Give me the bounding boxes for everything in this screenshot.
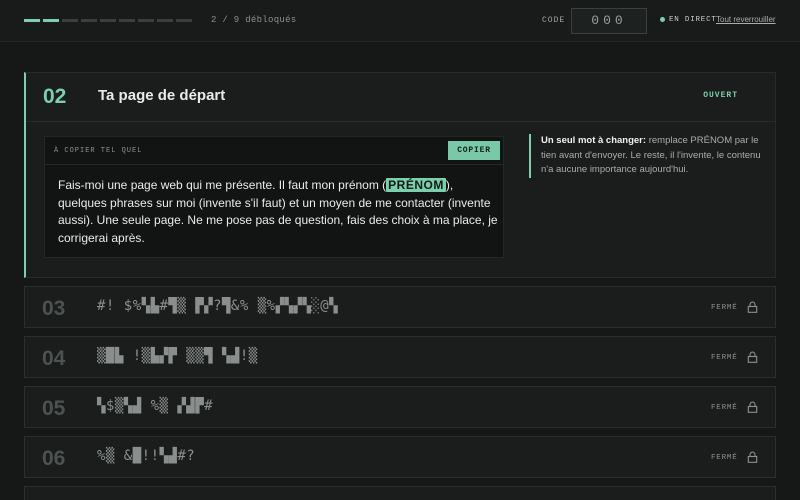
progress-segment	[43, 19, 59, 22]
top-bar: 2 / 9 débloqués CODE 000 EN DIRECT Tout …	[0, 0, 800, 42]
scrambled-title: #! $%▚▙#▜▒ ▛▞?▜&% ▒%▞▚▞▚░@▚	[97, 298, 339, 314]
progress-segment	[157, 19, 173, 22]
progress-segment	[81, 19, 97, 22]
section-number: 03	[42, 297, 66, 320]
progress-segment	[24, 19, 40, 22]
code-label: CODE	[542, 16, 566, 25]
hint-note: Un seul mot à changer: remplace PRÉNOM p…	[529, 134, 767, 178]
status-badge: OUVERT	[703, 91, 738, 100]
section-07-partial	[24, 486, 776, 500]
code-input[interactable]: 000	[571, 8, 647, 34]
hint-bold: Un seul mot à changer:	[541, 135, 647, 146]
scrambled-title: ▒█▙ !▒▙▞▛ ▒▒▜ ▚▟!▒	[97, 348, 258, 364]
prompt-text: Fais-moi une page web qui me présente. I…	[58, 177, 498, 247]
progress-bar	[24, 19, 192, 22]
progress-segment	[119, 19, 135, 22]
section-number: 04	[42, 347, 66, 370]
live-indicator-icon	[660, 17, 665, 22]
copy-label: À COPIER TEL QUEL	[54, 147, 143, 155]
progress-segment	[138, 19, 154, 22]
section-04[interactable]: 04 ▒█▙ !▒▙▞▛ ▒▒▜ ▚▟!▒ FERMÉ	[24, 336, 776, 378]
section-number: 06	[42, 447, 66, 470]
status-badge: FERMÉ	[711, 304, 738, 312]
scrambled-title: %▒ &█!!▚▟#?	[97, 448, 196, 464]
divider	[26, 121, 776, 122]
scrambled-title: ▚$▒▚▟ %▒ ▞▟▛#	[97, 398, 214, 414]
prompt-text-start: Fais-moi une page web qui me présente. I…	[58, 178, 387, 192]
relock-all-link[interactable]: Tout reverrouiller	[716, 15, 776, 24]
lock-icon	[747, 401, 758, 413]
section-number: 02	[43, 85, 67, 108]
section-05[interactable]: 05 ▚$▒▚▟ %▒ ▞▟▛# FERMÉ	[24, 386, 776, 428]
lock-icon	[747, 451, 758, 463]
progress-segment	[62, 19, 78, 22]
live-label: EN DIRECT	[669, 16, 717, 24]
section-title: Ta page de départ	[98, 87, 226, 104]
copy-card: À COPIER TEL QUEL COPIER Fais-moi une pa…	[44, 136, 504, 258]
copy-button[interactable]: COPIER	[448, 141, 500, 160]
section-02: 02 Ta page de départ OUVERT À COPIER TEL…	[24, 72, 776, 278]
status-badge: FERMÉ	[711, 454, 738, 462]
section-number: 05	[42, 397, 66, 420]
status-badge: FERMÉ	[711, 404, 738, 412]
copy-card-header: À COPIER TEL QUEL COPIER	[45, 137, 503, 165]
lock-icon	[747, 301, 758, 313]
progress-segment	[100, 19, 116, 22]
lock-icon	[747, 351, 758, 363]
section-03[interactable]: 03 #! $%▚▙#▜▒ ▛▞?▜&% ▒%▞▚▞▚░@▚ FERMÉ	[24, 286, 776, 328]
section-06[interactable]: 06 %▒ &█!!▚▟#? FERMÉ	[24, 436, 776, 478]
status-badge: FERMÉ	[711, 354, 738, 362]
progress-text: 2 / 9 débloqués	[211, 15, 297, 25]
progress-segment	[176, 19, 192, 22]
prompt-highlight: PRÉNOM	[386, 178, 446, 192]
